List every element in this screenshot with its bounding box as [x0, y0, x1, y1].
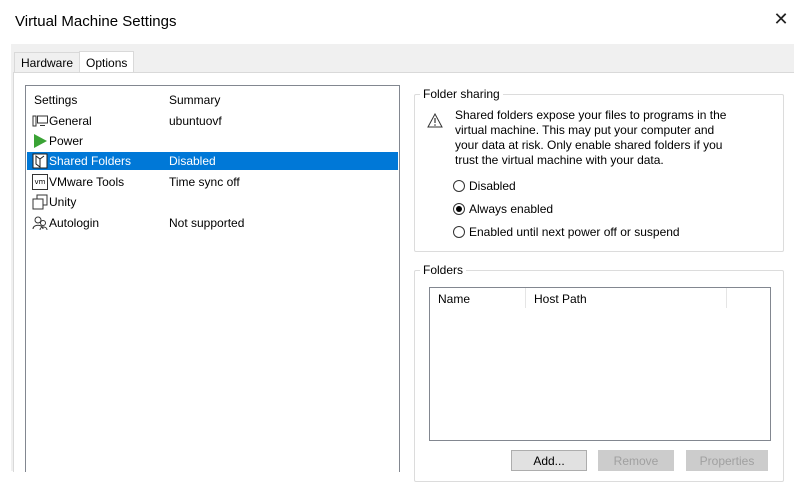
users-icon: [32, 216, 48, 231]
list-item-unity[interactable]: Unity: [27, 193, 398, 211]
radio-label: Enabled until next power off or suspend: [469, 225, 680, 239]
warning-line: virtual machine. This may put your compu…: [455, 123, 715, 137]
header-summary: Summary: [169, 93, 221, 107]
tab-bar: Hardware Options: [14, 50, 135, 73]
shared-folder-icon: [32, 153, 48, 169]
folders-legend: Folders: [420, 263, 467, 277]
warning-line: your data at risk. Only enable shared fo…: [455, 138, 723, 152]
list-item-summary: Time sync off: [169, 175, 240, 189]
monitor-icon: [32, 115, 48, 127]
add-button[interactable]: Add...: [511, 450, 587, 471]
list-item-autologin[interactable]: Autologin Not supported: [27, 214, 398, 232]
radio-enabled-until-power-off[interactable]: Enabled until next power off or suspend: [453, 224, 680, 240]
play-icon: [34, 134, 47, 148]
list-item-name: Shared Folders: [49, 154, 132, 168]
column-header-label: Name: [438, 292, 471, 306]
column-separator[interactable]: [726, 288, 727, 308]
list-item-name: General: [49, 114, 92, 128]
close-button[interactable]: ✕: [770, 8, 792, 30]
list-item-power[interactable]: Power: [27, 132, 398, 150]
column-header-label: Host Path: [534, 292, 587, 306]
vmware-icon: vm: [32, 174, 48, 190]
list-item-name: Autologin: [49, 216, 100, 230]
close-icon: ✕: [773, 8, 789, 29]
radio-circle[interactable]: [453, 226, 465, 238]
warning-icon: [427, 113, 443, 128]
tab-hardware[interactable]: Hardware: [14, 52, 81, 72]
list-item-name: VMware Tools: [49, 175, 125, 189]
list-item-vmware-tools[interactable]: vm VMware Tools Time sync off: [27, 173, 398, 191]
folders-list[interactable]: Name Host Path: [429, 287, 771, 441]
radio-disabled[interactable]: Disabled: [453, 178, 516, 194]
header-settings: Settings: [34, 93, 78, 107]
list-item-shared-folders[interactable]: Shared Folders Disabled: [27, 152, 398, 170]
tab-options[interactable]: Options: [79, 51, 135, 73]
radio-circle[interactable]: [453, 180, 465, 192]
window-title: Virtual Machine Settings: [15, 13, 177, 30]
windows-icon: [32, 194, 48, 210]
properties-button[interactable]: Properties: [686, 450, 768, 471]
radio-always-enabled[interactable]: Always enabled: [453, 201, 553, 217]
radio-label: Always enabled: [469, 202, 554, 216]
folder-sharing-legend: Folder sharing: [420, 87, 503, 101]
radio-circle[interactable]: [453, 203, 465, 215]
settings-list-header: Settings Summary: [26, 92, 399, 108]
shared-folders-warning: Shared folders expose your files to prog…: [455, 108, 755, 168]
list-item-summary: Disabled: [169, 154, 216, 168]
warning-line: Shared folders expose your files to prog…: [455, 108, 727, 122]
column-header-host-path[interactable]: Host Path: [526, 288, 726, 308]
settings-list[interactable]: Settings Summary General ubuntuovf Power…: [25, 85, 400, 472]
column-header-name[interactable]: Name: [430, 288, 525, 308]
list-item-name: Power: [49, 134, 84, 148]
remove-button[interactable]: Remove: [598, 450, 674, 471]
list-item-summary: ubuntuovf: [169, 114, 222, 128]
list-item-name: Unity: [49, 195, 77, 209]
radio-label: Disabled: [469, 179, 516, 193]
warning-line: trust the virtual machine with your data…: [455, 153, 664, 167]
list-item-summary: Not supported: [169, 216, 245, 230]
list-item-general[interactable]: General ubuntuovf: [27, 112, 398, 130]
